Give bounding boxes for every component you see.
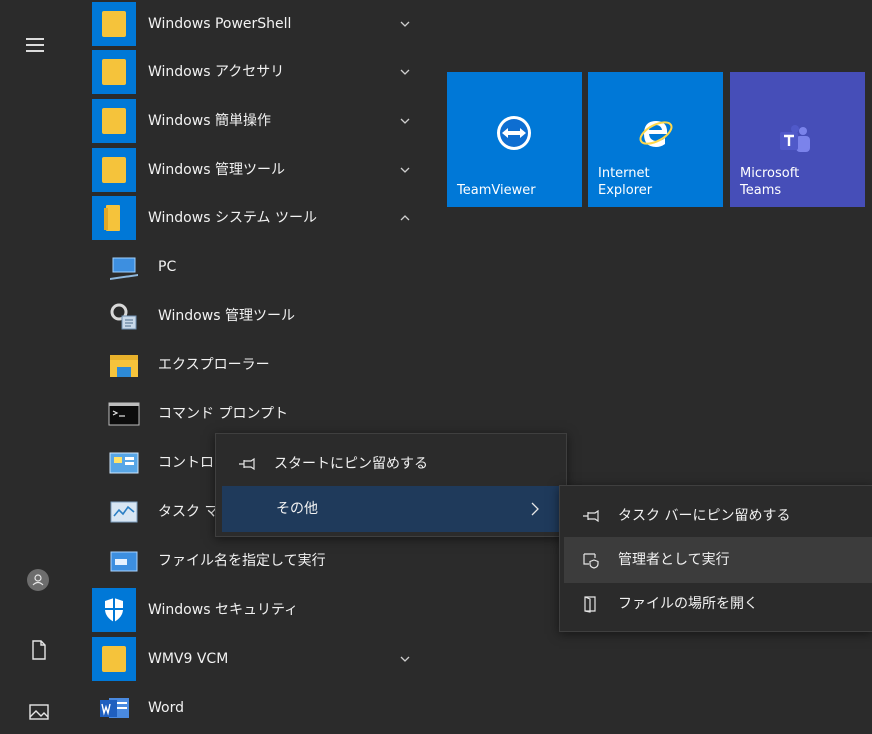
run-icon: [104, 541, 144, 581]
menu-item-open-file-location[interactable]: ファイルの場所を開く: [560, 581, 872, 627]
open-folder-icon: [584, 596, 596, 613]
menu-item-label: 管理者として実行: [618, 552, 730, 568]
app-label: PC: [158, 259, 177, 275]
menu-item-pin-to-start[interactable]: スタートにピン留めする: [216, 441, 566, 487]
app-word[interactable]: Word: [92, 686, 422, 730]
app-command-prompt[interactable]: コマンド プロンプト: [104, 392, 422, 436]
control-panel-icon: [104, 443, 144, 483]
documents-icon[interactable]: [27, 638, 51, 662]
app-label: Windows 管理ツール: [148, 162, 285, 178]
folder-icon: [92, 637, 136, 681]
app-windows-accessories[interactable]: Windows アクセサリ: [92, 50, 422, 94]
app-label: タスク マ: [158, 504, 219, 520]
user-avatar-icon[interactable]: [27, 569, 49, 591]
menu-item-label: ファイルの場所を開く: [618, 596, 758, 612]
tile-label: TeamViewer: [457, 183, 536, 198]
app-windows-security[interactable]: Windows セキュリティ: [92, 588, 422, 632]
app-label: Windows PowerShell: [148, 16, 292, 32]
shield-icon: [92, 588, 136, 632]
app-label: エクスプローラー: [158, 357, 270, 373]
folder-icon: [92, 99, 136, 143]
chevron-down-icon[interactable]: [400, 19, 410, 29]
app-label: Windows システム ツール: [148, 210, 317, 226]
app-label: WMV9 VCM: [148, 651, 229, 667]
tile-internet-explorer[interactable]: Internet Explorer: [588, 72, 723, 207]
admin-shield-icon: [583, 553, 599, 569]
hamburger-menu-icon[interactable]: [26, 38, 44, 52]
app-wmv9-vcm[interactable]: WMV9 VCM: [92, 637, 422, 681]
start-rail: [0, 0, 78, 734]
app-windows-ease-of-access[interactable]: Windows 簡単操作: [92, 99, 422, 143]
tile-label: Microsoft Teams: [740, 166, 800, 198]
app-label: Word: [148, 700, 184, 716]
context-menu: スタートにピン留めする その他: [215, 433, 567, 537]
internet-explorer-icon: [639, 121, 673, 147]
menu-item-more[interactable]: その他: [222, 486, 560, 532]
tile-teamviewer[interactable]: TeamViewer: [447, 72, 582, 207]
chevron-up-icon[interactable]: [400, 213, 410, 223]
command-prompt-icon: [104, 394, 144, 434]
word-icon: [92, 686, 136, 730]
app-label: Windows 簡単操作: [148, 113, 271, 129]
folder-open-icon: [92, 196, 136, 240]
tile-label: Internet Explorer: [598, 166, 653, 198]
tile-microsoft-teams[interactable]: Microsoft Teams: [730, 72, 865, 207]
app-pc[interactable]: PC: [104, 245, 422, 289]
pin-icon: [239, 457, 255, 471]
file-explorer-icon: [104, 345, 144, 385]
app-label: Windows アクセサリ: [148, 64, 285, 80]
app-windows-powershell[interactable]: Windows PowerShell: [92, 2, 422, 46]
app-windows-admin-tools[interactable]: Windows 管理ツール: [92, 148, 422, 192]
task-manager-icon: [104, 492, 144, 532]
menu-item-run-as-admin[interactable]: 管理者として実行: [564, 537, 872, 583]
app-admin-tools-sub[interactable]: Windows 管理ツール: [104, 294, 422, 338]
chevron-down-icon[interactable]: [400, 67, 410, 77]
submenu: タスク バーにピン留めする 管理者として実行 ファイルの場所を開く: [559, 485, 872, 632]
folder-icon: [92, 2, 136, 46]
pictures-icon[interactable]: [27, 700, 51, 724]
chevron-down-icon[interactable]: [400, 654, 410, 664]
menu-item-label: タスク バーにピン留めする: [618, 508, 791, 524]
app-label: Windows 管理ツール: [158, 308, 295, 324]
app-label: ファイル名を指定して実行: [158, 553, 326, 569]
chevron-down-icon[interactable]: [400, 165, 410, 175]
admin-tools-icon: [104, 296, 144, 336]
app-explorer[interactable]: エクスプローラー: [104, 343, 422, 387]
teamviewer-icon: [497, 116, 531, 150]
menu-item-pin-to-taskbar[interactable]: タスク バーにピン留めする: [560, 493, 872, 539]
folder-icon: [92, 148, 136, 192]
app-run[interactable]: ファイル名を指定して実行: [104, 539, 422, 583]
folder-icon: [92, 50, 136, 94]
teams-icon: [780, 125, 810, 152]
app-windows-system-tools[interactable]: Windows システム ツール: [92, 196, 422, 240]
menu-item-label: スタートにピン留めする: [274, 456, 428, 472]
menu-item-label: その他: [276, 501, 318, 517]
pc-icon: [104, 247, 144, 287]
app-label: コマンド プロンプト: [158, 406, 289, 422]
app-label: Windows セキュリティ: [148, 602, 299, 618]
chevron-right-icon: [531, 502, 539, 516]
pin-icon: [583, 509, 599, 523]
chevron-down-icon[interactable]: [400, 116, 410, 126]
